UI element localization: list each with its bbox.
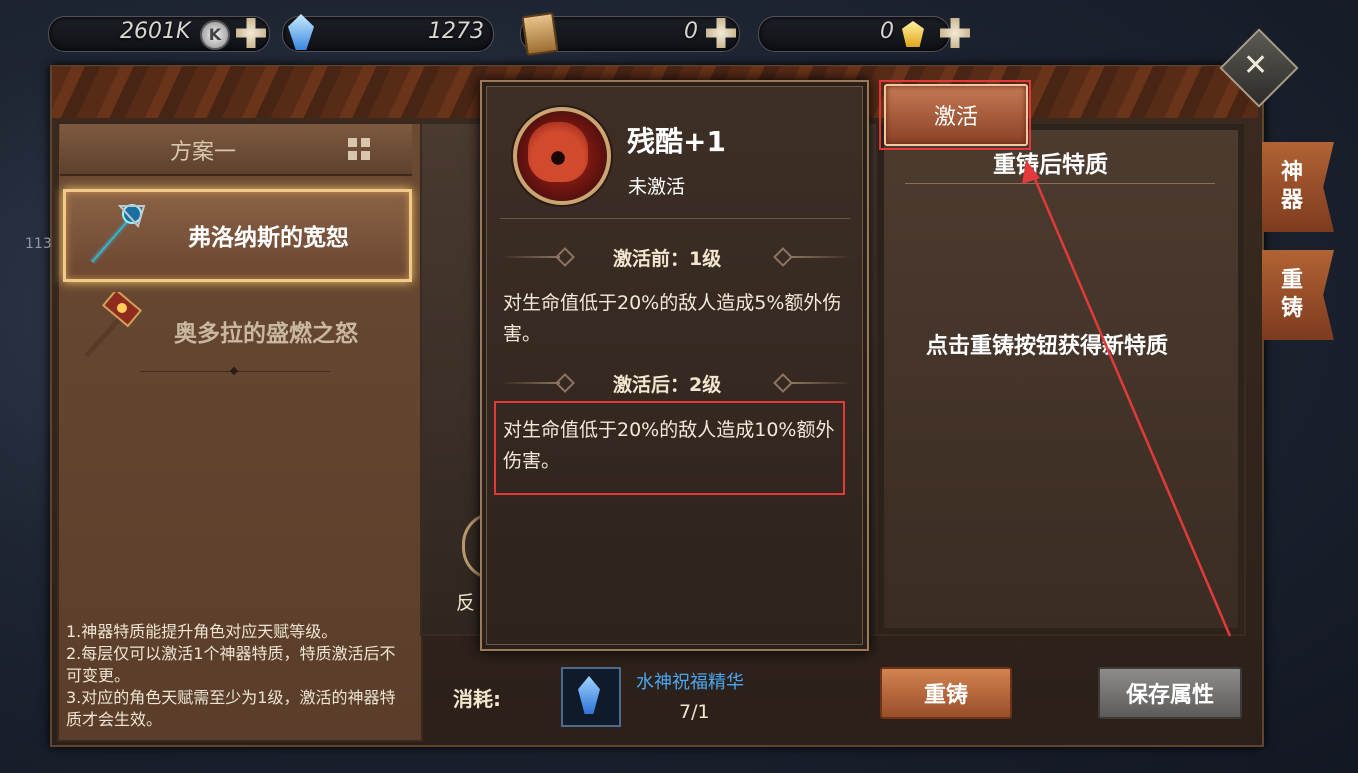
- annotation-arrow: [1022, 160, 1232, 637]
